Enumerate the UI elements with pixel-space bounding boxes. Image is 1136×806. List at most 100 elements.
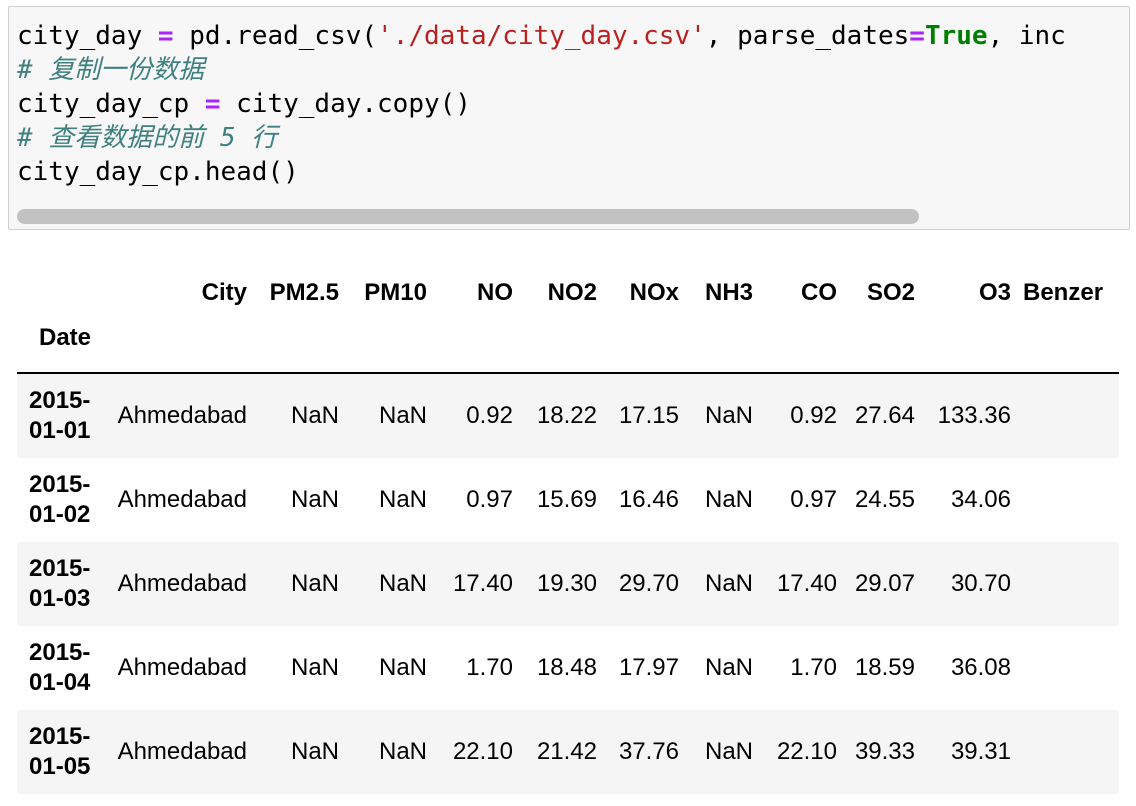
- index-row-blank: [253, 324, 345, 373]
- value-cell: 0.92: [466, 402, 513, 429]
- code-line: # 查看数据的前 5 行: [17, 121, 1129, 155]
- dataframe-table: City PM2.5 PM10 NO NO2 NOx NH3 CO SO2 O3 Benzer Da…: [17, 262, 1119, 794]
- index-row-blank: [104, 324, 253, 373]
- value-cell: 39.31: [950, 738, 1011, 765]
- code-token-plain: , parse_dates: [705, 21, 910, 51]
- value-cell: 24.55: [854, 486, 915, 513]
- value-cell: 30.70: [950, 570, 1011, 597]
- index-row-blank: [603, 324, 685, 373]
- code-token-plain: city_day.copy(): [220, 89, 471, 119]
- column-header: NOx: [629, 279, 679, 306]
- code-token-plain: city_day_cp: [17, 89, 205, 119]
- value-cell: NaN: [290, 486, 339, 513]
- value-cell: 17.40: [452, 570, 513, 597]
- output-area: City PM2.5 PM10 NO NO2 NOx NH3 CO SO2 O3 Benzer Da…: [17, 262, 1119, 806]
- column-header: NO: [477, 279, 513, 306]
- value-cell: NaN: [704, 402, 753, 429]
- value-cell: 17.15: [618, 402, 679, 429]
- table-row: 2015-01-03 Ahmedabad NaN NaN 17.40 19.30 29.70…: [17, 542, 1119, 626]
- value-cell: NaN: [378, 402, 427, 429]
- value-cell: NaN: [378, 738, 427, 765]
- value-cell: 0.97: [790, 486, 837, 513]
- value-cell: NaN: [704, 738, 753, 765]
- table-row: 2015-01-01 Ahmedabad NaN NaN 0.92 18.22 17.15 N…: [17, 373, 1119, 458]
- code-token-kw: True: [924, 21, 988, 51]
- code-cell[interactable]: city_day = pd.read_csv('./data/city_day.…: [8, 6, 1130, 230]
- row-index-date: 2015-01-02: [29, 471, 91, 528]
- value-cell: 7.: [1017, 710, 1119, 794]
- table-row: 2015-01-05 Ahmedabad NaN NaN 22.10 21.42 37.76…: [17, 710, 1119, 794]
- value-cell: NaN: [290, 570, 339, 597]
- value-cell: NaN: [378, 570, 427, 597]
- code-token-comment: # 复制一份数据: [17, 55, 205, 85]
- code-token-comment: # 查看数据的前 5 行: [17, 123, 278, 153]
- value-cell: NaN: [378, 654, 427, 681]
- value-cell: NaN: [704, 486, 753, 513]
- index-row-blank: [759, 324, 843, 373]
- column-header: PM2.5: [269, 279, 339, 306]
- value-cell: NaN: [704, 570, 753, 597]
- code-editor[interactable]: city_day = pd.read_csv('./data/city_day.…: [17, 19, 1129, 189]
- index-row-blank: [345, 324, 433, 373]
- code-line: # 复制一份数据: [17, 53, 1129, 87]
- value-cell: 37.76: [618, 738, 679, 765]
- code-line: city_day_cp = city_day.copy(): [17, 87, 1129, 121]
- code-token-op: =: [204, 89, 221, 119]
- row-index-date: 2015-01-03: [29, 555, 91, 612]
- table-row: 2015-01-04 Ahmedabad NaN NaN 1.70 18.48 17.97 N…: [17, 626, 1119, 710]
- horizontal-scrollbar[interactable]: [13, 207, 1125, 225]
- code-token-plain: city_day_cp.head(): [17, 157, 299, 187]
- value-cell: 18.59: [854, 654, 915, 681]
- value-cell: 1.70: [790, 654, 837, 681]
- row-index-date: 2015-01-01: [29, 387, 91, 444]
- value-cell: 16.46: [618, 486, 679, 513]
- scrollbar-thumb[interactable]: [17, 209, 919, 224]
- value-cell: 22.10: [452, 738, 513, 765]
- index-row-blank: [921, 324, 1017, 373]
- city-cell: Ahmedabad: [117, 570, 247, 597]
- code-token-op: =: [157, 21, 174, 51]
- value-cell: 0.92: [790, 402, 837, 429]
- column-header: NH3: [704, 279, 753, 306]
- code-token-plain: , inc: [987, 21, 1066, 51]
- column-header: CO: [801, 279, 837, 306]
- code-token-str: './data/city_day.csv': [377, 21, 706, 51]
- column-header: Benzer: [1023, 279, 1104, 306]
- value-cell: NaN: [378, 486, 427, 513]
- value-cell: 1.70: [466, 654, 513, 681]
- value-cell: 29.70: [618, 570, 679, 597]
- value-cell: NaN: [704, 654, 753, 681]
- column-header: City: [201, 279, 247, 306]
- row-index-date: 2015-01-04: [29, 639, 91, 696]
- value-cell: 21.42: [536, 738, 597, 765]
- value-cell: 3.: [1017, 458, 1119, 542]
- value-cell: 34.06: [950, 486, 1011, 513]
- index-row-blank: [685, 324, 759, 373]
- value-cell: 4.: [1017, 626, 1119, 710]
- index-corner: [17, 262, 104, 324]
- value-cell: 0.97: [466, 486, 513, 513]
- code-token-plain: pd.read_csv(: [173, 21, 378, 51]
- table-row: 2015-01-02 Ahmedabad NaN NaN 0.97 15.69 16.46 N…: [17, 458, 1119, 542]
- value-cell: 17.97: [618, 654, 679, 681]
- index-row-blank: [1017, 324, 1119, 373]
- table-body: 2015-01-01 Ahmedabad NaN NaN 0.92 18.22 17.15 N…: [17, 373, 1119, 794]
- column-header-row: City PM2.5 PM10 NO NO2 NOx NH3 CO SO2 O3 Benzer: [17, 262, 1119, 324]
- value-cell: 18.22: [536, 402, 597, 429]
- value-cell: NaN: [290, 738, 339, 765]
- column-header: PM10: [364, 279, 427, 306]
- code-line: city_day = pd.read_csv('./data/city_day.…: [17, 19, 1129, 53]
- value-cell: 22.10: [776, 738, 837, 765]
- value-cell: 6.: [1017, 542, 1119, 626]
- index-row-blank: [843, 324, 921, 373]
- city-cell: Ahmedabad: [117, 486, 247, 513]
- row-index-date: 2015-01-05: [29, 723, 91, 780]
- column-header: NO2: [547, 279, 597, 306]
- index-name-row: Date: [17, 324, 1119, 373]
- city-cell: Ahmedabad: [117, 402, 247, 429]
- city-cell: Ahmedabad: [117, 738, 247, 765]
- value-cell: 0.: [1017, 373, 1119, 458]
- index-row-blank: [519, 324, 603, 373]
- index-row-blank: [433, 324, 519, 373]
- value-cell: 17.40: [776, 570, 837, 597]
